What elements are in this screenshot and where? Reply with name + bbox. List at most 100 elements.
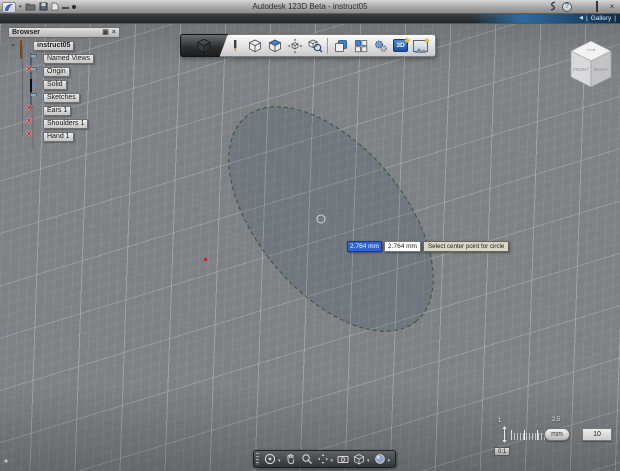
star-icon: ★ bbox=[403, 38, 410, 45]
gallery-back-icon[interactable]: ◀ bbox=[579, 14, 583, 23]
orbit-icon bbox=[264, 453, 276, 465]
material-caret-icon[interactable]: ▾ bbox=[388, 458, 391, 464]
display-cube-icon bbox=[353, 454, 365, 465]
primitive-box-button[interactable] bbox=[245, 36, 264, 55]
tree-item-label[interactable]: Named Views bbox=[43, 53, 95, 64]
orbit-wheel-button[interactable] bbox=[263, 452, 277, 466]
tree-root-row[interactable]: ▪ instruct05 bbox=[12, 40, 75, 59]
zoom-magnifier-icon bbox=[301, 454, 312, 465]
menustrip: ◀ | Gallery | bbox=[0, 14, 620, 23]
cube-blue-top-icon bbox=[268, 39, 281, 52]
app-menu-caret-icon[interactable]: ▾ bbox=[19, 4, 22, 10]
sketch-page-icon bbox=[32, 131, 34, 150]
grid-size-field[interactable]: 10 bbox=[582, 428, 612, 441]
modeling-canvas[interactable]: Browser ▣ × ▪ instruct05 Named Views × O… bbox=[0, 23, 620, 471]
navbar-drag-handle[interactable] bbox=[256, 453, 259, 465]
text-3d-button[interactable]: 3D ★ bbox=[391, 36, 410, 55]
toolbar-tools: 3D ★ ★ bbox=[220, 34, 436, 57]
decal-button[interactable]: ★ bbox=[411, 36, 430, 55]
units-button[interactable]: mm bbox=[544, 428, 570, 441]
prompt-tooltip: Select center point for circle bbox=[423, 241, 510, 252]
browser-close-icon[interactable]: × bbox=[112, 28, 116, 37]
snap-tool-button[interactable] bbox=[305, 36, 324, 55]
camera-icon bbox=[337, 456, 349, 463]
grouping-tool-button[interactable] bbox=[371, 36, 390, 55]
cube-icon bbox=[248, 39, 261, 52]
sketch-tool-button[interactable] bbox=[225, 36, 244, 55]
sketch-overlay bbox=[4, 70, 473, 463]
browser-title: Browser bbox=[12, 29, 41, 36]
menu-cube-icon bbox=[196, 38, 212, 53]
material-button[interactable] bbox=[373, 452, 387, 466]
zoom-button[interactable] bbox=[300, 452, 314, 466]
move-tool-button[interactable] bbox=[285, 36, 304, 55]
browser-pin-icon[interactable]: ▣ bbox=[102, 28, 109, 37]
fit-caret-icon[interactable]: ▾ bbox=[331, 458, 334, 464]
canvas-vignette bbox=[0, 24, 620, 471]
tree-item-label[interactable]: Ears 1 bbox=[43, 105, 72, 116]
dimension-input-active[interactable]: 2.764 mm bbox=[347, 241, 382, 252]
pan-button[interactable] bbox=[284, 452, 298, 466]
hidden-x-icon: × bbox=[26, 103, 32, 114]
restore-button[interactable] bbox=[592, 1, 602, 12]
undo-icon[interactable] bbox=[61, 6, 69, 9]
tree-item-named-views[interactable]: Named Views bbox=[30, 53, 95, 72]
gallery-label[interactable]: Gallery bbox=[591, 14, 612, 23]
pattern-tool-button[interactable] bbox=[351, 36, 370, 55]
tree-item-hand[interactable]: × Hand 1 bbox=[26, 130, 74, 150]
app-logo-icon[interactable] bbox=[2, 1, 16, 13]
titlebar-controls: ? × bbox=[549, 1, 617, 13]
hidden-x-icon: × bbox=[26, 129, 32, 140]
create-solid-button[interactable] bbox=[265, 36, 284, 55]
expander-icon[interactable]: ▪ bbox=[12, 43, 18, 49]
titlebar: Autodesk 123D Beta - instruct05 ▾ ? × bbox=[0, 0, 620, 14]
pattern-grid-icon bbox=[354, 39, 367, 52]
tree-item-label[interactable]: Shoulders 1 bbox=[43, 118, 89, 129]
dimension-input-secondary[interactable]: 2.764 mm bbox=[384, 241, 421, 252]
sketch-circle[interactable] bbox=[190, 70, 473, 368]
tree-item-solid[interactable]: Solid bbox=[30, 79, 67, 98]
fit-view-button[interactable] bbox=[316, 452, 330, 466]
sketch-point bbox=[204, 258, 207, 261]
view-cube[interactable]: TOP FRONT RIGHT bbox=[566, 37, 616, 93]
titlebar-quick-access: ▾ bbox=[2, 1, 76, 13]
viewcube-right-label: RIGHT bbox=[594, 67, 608, 72]
tree-item-label[interactable]: Sketches bbox=[43, 92, 80, 103]
scale-start-label: 1 bbox=[498, 418, 502, 424]
cursor-crosshair bbox=[316, 214, 326, 224]
combine-squares-icon bbox=[334, 39, 347, 52]
tree-connector bbox=[22, 46, 23, 136]
browser-panel-header[interactable]: Browser ▣ × bbox=[8, 27, 120, 38]
navigation-bar: ▾ ▾ ▾ ▾ bbox=[253, 450, 397, 468]
move-cube-icon bbox=[287, 38, 302, 53]
fit-arrows-icon bbox=[317, 454, 328, 464]
viewcube-front-label: FRONT bbox=[573, 67, 589, 72]
gears-icon bbox=[374, 40, 387, 52]
scale-arrow-icon bbox=[502, 426, 507, 443]
orbit-caret-icon[interactable]: ▾ bbox=[278, 458, 281, 464]
tree-item-shoulders[interactable]: × Shoulders 1 bbox=[26, 117, 89, 137]
close-button[interactable]: × bbox=[607, 2, 617, 12]
gallery-separator2: | bbox=[614, 15, 616, 22]
tree-item-sketches[interactable]: Sketches bbox=[30, 92, 80, 111]
tree-item-origin[interactable]: × Origin bbox=[26, 65, 70, 85]
image-icon: ★ bbox=[413, 38, 430, 53]
3d-badge-icon: 3D ★ bbox=[393, 38, 410, 52]
redo-icon[interactable] bbox=[71, 5, 76, 9]
tree-root-label[interactable]: instruct05 bbox=[33, 40, 75, 51]
hidden-x-icon: × bbox=[26, 64, 32, 75]
display-style-button[interactable] bbox=[352, 452, 366, 466]
material-sphere-icon bbox=[374, 454, 385, 464]
tree-item-ears[interactable]: × Ears 1 bbox=[26, 104, 72, 124]
pan-hand-icon bbox=[287, 454, 294, 465]
combine-tool-button[interactable] bbox=[331, 36, 350, 55]
tree-item-label[interactable]: Hand 1 bbox=[43, 131, 74, 142]
display-caret-icon[interactable]: ▾ bbox=[367, 458, 370, 464]
camera-view-button[interactable] bbox=[336, 452, 350, 466]
window-title: Autodesk 123D Beta - instruct05 bbox=[252, 2, 368, 11]
tree-item-label[interactable]: Origin bbox=[43, 66, 70, 77]
help-icon[interactable]: ? bbox=[562, 2, 572, 12]
viewcube-top-label: TOP bbox=[586, 49, 596, 52]
tree-item-label[interactable]: Solid bbox=[43, 79, 67, 90]
gallery-tab[interactable]: ◀ | Gallery | bbox=[579, 14, 616, 23]
